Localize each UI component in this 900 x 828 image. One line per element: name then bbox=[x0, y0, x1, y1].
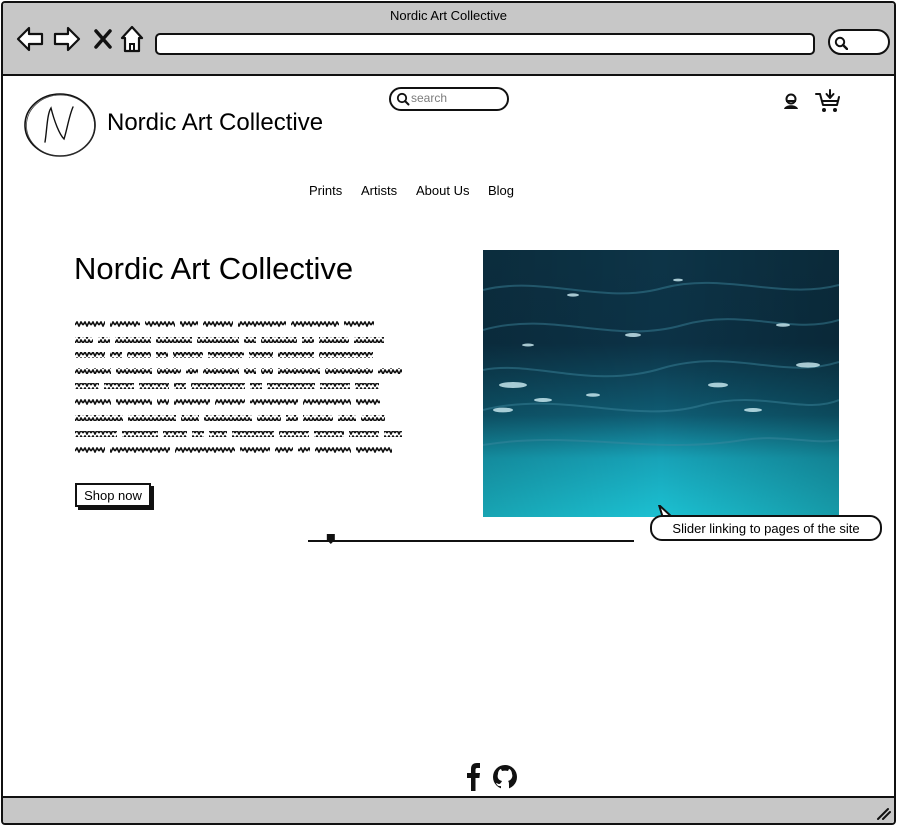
hero-slider[interactable] bbox=[306, 531, 636, 545]
cart-button[interactable] bbox=[814, 88, 842, 119]
window-title: Nordic Art Collective bbox=[389, 8, 508, 23]
site-search-box[interactable] bbox=[389, 87, 509, 111]
slider-thumb[interactable] bbox=[326, 534, 335, 544]
nav-item-blog[interactable]: Blog bbox=[488, 183, 514, 198]
facebook-icon[interactable] bbox=[467, 763, 480, 791]
address-bar[interactable] bbox=[155, 33, 815, 55]
back-button[interactable] bbox=[15, 24, 45, 54]
search-icon bbox=[396, 92, 410, 106]
browser-toolbar: Nordic Art Collective bbox=[3, 3, 894, 76]
close-icon bbox=[94, 29, 112, 49]
social-icons bbox=[467, 763, 517, 791]
account-button[interactable] bbox=[781, 91, 801, 118]
nav-item-artists[interactable]: Artists bbox=[361, 183, 397, 198]
site-logo[interactable] bbox=[23, 92, 97, 158]
resize-grip-icon[interactable] bbox=[874, 805, 892, 821]
github-icon[interactable] bbox=[493, 765, 517, 789]
shop-now-button[interactable]: Shop now bbox=[75, 483, 151, 507]
nav-item-about-us[interactable]: About Us bbox=[416, 183, 469, 198]
annotation-callout: Slider linking to pages of the site bbox=[650, 515, 882, 541]
hero-image bbox=[483, 250, 839, 517]
status-bar bbox=[3, 796, 894, 823]
placeholder-text-block bbox=[75, 321, 402, 453]
home-icon bbox=[120, 25, 144, 53]
logo-n-icon bbox=[24, 93, 96, 157]
forward-button[interactable] bbox=[52, 24, 82, 54]
social-links bbox=[462, 763, 522, 798]
stop-button[interactable] bbox=[88, 24, 118, 54]
user-icon bbox=[784, 93, 798, 109]
arrow-left-icon bbox=[16, 26, 44, 52]
home-button[interactable] bbox=[117, 24, 147, 54]
browser-search-field[interactable] bbox=[828, 29, 890, 55]
annotation-text: Slider linking to pages of the site bbox=[672, 521, 860, 536]
search-icon bbox=[834, 36, 848, 50]
cart-add-icon bbox=[815, 89, 840, 112]
search-input[interactable] bbox=[411, 90, 501, 106]
site-brand[interactable]: Nordic Art Collective bbox=[107, 109, 323, 137]
browser-window: Nordic Art Collective Nordic Art Collect… bbox=[1, 1, 896, 825]
hero-title: Nordic Art Collective bbox=[74, 251, 354, 286]
arrow-right-icon bbox=[53, 26, 81, 52]
nav-item-prints[interactable]: Prints bbox=[309, 183, 342, 198]
